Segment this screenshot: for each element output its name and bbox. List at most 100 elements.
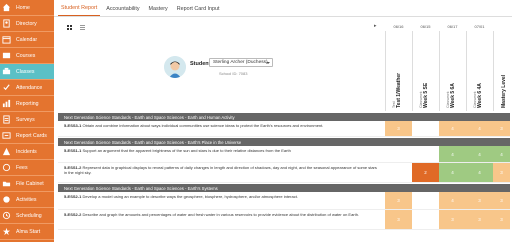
alma-start-icon (1, 227, 12, 237)
student-select[interactable]: Sterling Archer (Duchess) (209, 58, 273, 67)
score-cell[interactable]: 4 (439, 121, 466, 136)
sidebar-item-activities[interactable]: Activities (0, 192, 54, 208)
courses-icon (1, 51, 12, 61)
section-header: Next Generation Science Standards - Eart… (58, 138, 510, 146)
fees-icon (1, 163, 12, 173)
sidebar-item-label: Activities (16, 196, 37, 203)
score-cell[interactable] (412, 210, 439, 229)
column-header[interactable]: Classwork Week 5 SE (412, 31, 439, 111)
score-cell[interactable] (385, 163, 412, 182)
scheduling-icon (1, 211, 12, 221)
sidebar-item-calendar[interactable]: Calendar (0, 32, 54, 48)
sidebar-item-alma-start[interactable]: Alma Start (0, 224, 54, 240)
calendar-icon (1, 35, 12, 45)
standard-text: Support an argument that the apparent br… (82, 148, 291, 153)
sidebar-item-report-cards[interactable]: Report Cards (0, 128, 54, 144)
score-cell[interactable]: 4 (439, 192, 466, 209)
scroll-right-icon[interactable]: ▸ (374, 23, 377, 29)
grid-view-icon[interactable] (67, 25, 72, 30)
table-row: 5-ESS2-1 Develop a model using an exampl… (58, 192, 510, 210)
attendance-icon (1, 83, 12, 93)
student-label: Student (190, 61, 211, 67)
column-header[interactable]: Classwork Week 5 6A (439, 31, 466, 111)
standard-code: 5-ESS1-2 (64, 165, 82, 170)
sidebar-item-courses[interactable]: Courses (0, 48, 54, 64)
sidebar-item-fees[interactable]: Fees (0, 160, 54, 176)
table-row: 5-ESS1-1 Support an argument that the ap… (58, 146, 510, 163)
standard-description: 5-ESS1-2 Represent data in graphical dis… (64, 165, 380, 176)
standard-code: 5-ESS2-1 (64, 194, 82, 199)
score-cell[interactable]: 3 (439, 210, 466, 229)
score-cell[interactable]: 4 (466, 121, 493, 136)
column-header[interactable]: Classwork Week 6 4A (466, 31, 493, 111)
table-row: 5-ESS1-2 Represent data in graphical dis… (58, 163, 510, 183)
standard-code: 5-ESS2-2 (64, 212, 82, 217)
standard-text: Develop a model using an example to desc… (82, 194, 298, 199)
sidebar-item-home[interactable]: Home (0, 0, 54, 16)
mastery-cell[interactable]: 3 (493, 210, 510, 229)
sidebar-item-attendance[interactable]: Attendance (0, 80, 54, 96)
score-cell[interactable]: 3 (466, 192, 493, 209)
incidents-icon (1, 147, 12, 157)
sidebar-item-label: Courses (16, 52, 36, 59)
score-cell[interactable] (412, 192, 439, 209)
mastery-cell[interactable]: 4 (493, 146, 510, 162)
score-cell[interactable]: 4 (439, 146, 466, 162)
column-title: Test 1/Weather (396, 72, 402, 108)
classes-icon (1, 67, 12, 77)
standard-text: Obtain and combine information about way… (82, 123, 324, 128)
score-cell[interactable]: 4 (466, 146, 493, 162)
score-cell[interactable]: 3 (385, 192, 412, 209)
sidebar-item-incidents[interactable]: Incidents (0, 144, 54, 160)
avatar (164, 56, 186, 78)
sidebar-item-label: Report Cards (16, 132, 47, 139)
report-cards-icon (1, 131, 12, 141)
sidebar-item-label: Alma Start (16, 228, 41, 235)
directory-icon (1, 19, 12, 29)
column-date: 06/17 (447, 24, 458, 29)
score-cell[interactable] (412, 146, 439, 162)
sidebar-item-scheduling[interactable]: Scheduling (0, 208, 54, 224)
score-cell[interactable]: 4 (439, 163, 466, 182)
score-cell[interactable]: 3 (385, 121, 412, 136)
sidebar-item-file-cabinet[interactable]: File Cabinet (0, 176, 54, 192)
sidebar-item-classes[interactable]: Classes (0, 64, 54, 80)
column-title: Mastery Level (501, 74, 507, 108)
sidebar-item-label: Calendar (16, 36, 38, 43)
tab-mastery[interactable]: Mastery (146, 1, 171, 16)
score-cell[interactable]: 4 (466, 163, 493, 182)
tab-accountability[interactable]: Accountability (103, 1, 142, 16)
chevron-down-icon (266, 62, 270, 64)
mastery-cell[interactable]: 3 (493, 163, 510, 182)
sidebar-item-surveys[interactable]: Surveys (0, 112, 54, 128)
sidebar-item-label: File Cabinet (16, 180, 44, 187)
score-cell[interactable]: 3 (466, 210, 493, 229)
student-select-value: Sterling Archer (Duchess) (213, 60, 268, 65)
standard-code: 5-ESS1-1 (64, 148, 82, 153)
tab-student-report[interactable]: Student Report (58, 0, 101, 16)
column-title: Week 6 4A (477, 83, 483, 108)
column-header[interactable]: Test Test 1/Weather (385, 31, 412, 111)
sidebar-item-directory[interactable]: Directory (0, 16, 54, 32)
tab-report-card-input[interactable]: Report Card Input (174, 1, 223, 16)
standard-description: 5-ESS2-1 Develop a model using an exampl… (64, 194, 380, 199)
list-view-icon[interactable] (80, 25, 85, 30)
file-cabinet-icon (1, 179, 12, 189)
mastery-cell[interactable]: 3 (493, 121, 510, 136)
column-date: 07/01 (474, 24, 485, 29)
table-row: 5-ESS2-2 Describe and graph the amounts … (58, 210, 510, 230)
column-date: 06/16 (393, 24, 404, 29)
sidebar-item-reporting[interactable]: Reporting (0, 96, 54, 112)
surveys-icon (1, 115, 12, 125)
sidebar-item-label: Fees (16, 164, 28, 171)
score-cell[interactable]: 3 (385, 210, 412, 229)
mastery-cell[interactable]: 3 (493, 192, 510, 209)
score-cell[interactable] (385, 146, 412, 162)
reporting-icon (1, 99, 12, 109)
score-cell[interactable]: 2 (412, 163, 439, 182)
school-id: School ID: 7083 (219, 71, 248, 76)
score-cell[interactable] (412, 121, 439, 136)
tab-bar: Student Report Accountability Mastery Re… (54, 0, 512, 17)
column-header-mastery[interactable]: Mastery Level (493, 31, 510, 111)
standard-description: 5-ESS2-2 Describe and graph the amounts … (64, 212, 380, 217)
